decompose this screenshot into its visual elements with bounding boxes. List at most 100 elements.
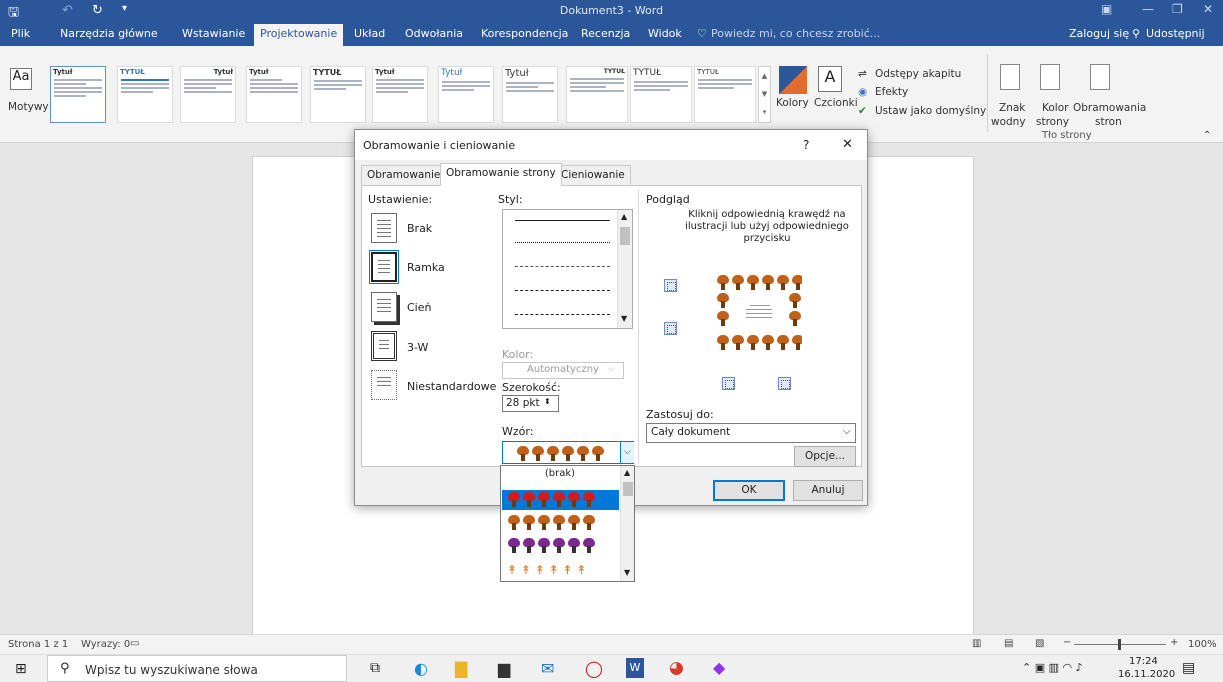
right-border-button[interactable] xyxy=(778,377,791,390)
tab-references[interactable]: Odwołania xyxy=(405,27,463,40)
zoom-in-icon[interactable]: + xyxy=(1170,637,1178,648)
style-thumb[interactable]: TYTUŁ xyxy=(694,66,756,123)
tab-view[interactable]: Widok xyxy=(648,27,682,40)
style-thumb[interactable]: Tytuł xyxy=(438,66,494,123)
scroll-down-icon[interactable]: ▼ xyxy=(624,568,630,577)
art-option[interactable] xyxy=(502,536,619,556)
setting-3d-icon[interactable] xyxy=(371,331,397,361)
tab-file[interactable]: Plik xyxy=(11,27,30,40)
style-thumb[interactable]: Tytuł xyxy=(502,66,558,123)
zoom-level[interactable]: 100% xyxy=(1188,639,1217,650)
set-default-button[interactable]: Ustaw jako domyślny xyxy=(875,105,986,117)
page-borders-label-2[interactable]: stron xyxy=(1095,116,1122,128)
clock-time[interactable]: 17:24 xyxy=(1129,656,1158,667)
style-thumb[interactable]: Tytuł xyxy=(50,66,106,123)
sign-in-link[interactable]: Zaloguj się xyxy=(1069,27,1129,40)
app-icon[interactable]: ◆ xyxy=(713,658,725,677)
tab-design[interactable]: Projektowanie xyxy=(254,24,344,46)
art-list-scrollbar[interactable]: ▲ ▼ xyxy=(620,466,634,581)
style-option[interactable] xyxy=(515,220,610,221)
setting-shadow-icon[interactable] xyxy=(371,292,397,322)
read-mode-icon[interactable]: ▥ xyxy=(972,638,981,649)
mail-icon[interactable]: ✉ xyxy=(541,659,554,678)
fonts-icon[interactable]: A xyxy=(818,66,842,92)
art-option[interactable]: ↟ ↟ ↟ ↟ ↟ ↟ xyxy=(502,561,619,581)
cancel-button[interactable]: Anuluj xyxy=(793,480,863,501)
left-border-button[interactable] xyxy=(722,377,735,390)
style-thumb[interactable]: Tytuł xyxy=(372,66,428,123)
style-gallery-scroll[interactable]: ▲ ▼ ▾ xyxy=(758,66,771,123)
themes-icon[interactable]: Aa xyxy=(10,68,32,90)
page-borders-label[interactable]: Obramowania xyxy=(1073,102,1146,114)
top-border-button[interactable] xyxy=(664,279,677,292)
tab-home[interactable]: Narzędzia główne xyxy=(60,27,158,40)
tray-icons[interactable]: ⌃ ▣ ▥ ◠ ♪ xyxy=(1022,661,1083,674)
effects-button[interactable]: Efekty xyxy=(875,86,908,98)
scroll-up-icon[interactable]: ▲ xyxy=(624,468,630,477)
setting-custom-icon[interactable] xyxy=(371,370,397,400)
colors-label[interactable]: Kolory xyxy=(776,97,809,109)
style-thumb[interactable]: TYTUŁ xyxy=(630,66,692,123)
tab-insert[interactable]: Wstawianie xyxy=(182,27,245,40)
notifications-icon[interactable]: ▤ xyxy=(1182,660,1195,676)
scroll-up-icon[interactable]: ▲ xyxy=(621,212,627,221)
style-scrollbar[interactable]: ▲ ▼ xyxy=(617,210,632,328)
chrome-icon[interactable]: ◕ xyxy=(669,658,684,678)
color-select[interactable]: Automatyczny xyxy=(502,362,624,379)
style-thumb[interactable]: TYTUŁ xyxy=(310,66,366,123)
close-icon[interactable]: ✕ xyxy=(842,137,853,152)
word-taskbar-icon[interactable]: W xyxy=(626,658,644,678)
zoom-out-icon[interactable]: − xyxy=(1063,637,1071,648)
colors-icon[interactable] xyxy=(779,66,807,94)
tab-page-border[interactable]: Obramowanie strony xyxy=(440,163,562,186)
art-dropdown-list[interactable]: (brak) ↟ ↟ ↟ ↟ ↟ ↟ ▲ ▼ xyxy=(500,465,635,582)
start-icon[interactable]: ⊞ xyxy=(15,661,27,677)
share-icon[interactable]: ⚲ xyxy=(1132,27,1140,40)
minimize-icon[interactable]: — xyxy=(1142,2,1154,16)
setting-box-icon[interactable] xyxy=(369,250,399,284)
taskbar-search[interactable]: ⚲ Wpisz tu wyszukiwane słowa xyxy=(47,655,347,682)
proofing-icon[interactable]: ▭ xyxy=(130,638,139,649)
bottom-border-button[interactable] xyxy=(664,322,677,335)
scroll-thumb[interactable] xyxy=(620,227,630,245)
effects-icon[interactable]: ◉ xyxy=(858,86,867,98)
task-view-icon[interactable]: ⧉ xyxy=(370,660,380,676)
setting-custom[interactable]: Niestandardowe xyxy=(407,380,496,393)
style-list[interactable]: ▲ ▼ xyxy=(502,209,633,329)
tab-shading[interactable]: Cieniowanie xyxy=(555,165,631,185)
tab-borders[interactable]: Obramowanie xyxy=(361,165,447,185)
clock-date[interactable]: 16.11.2020 xyxy=(1118,669,1175,680)
paragraph-spacing-icon[interactable]: ⇌ xyxy=(858,68,867,80)
scroll-thumb[interactable] xyxy=(623,482,633,496)
style-thumb[interactable]: Tytuł xyxy=(246,66,302,123)
style-thumb[interactable]: TYTUŁ xyxy=(117,66,173,123)
file-explorer-icon[interactable]: ▇ xyxy=(455,659,467,678)
options-button[interactable]: Opcje... xyxy=(794,446,856,467)
zoom-slider-thumb[interactable] xyxy=(1118,639,1121,650)
style-option[interactable] xyxy=(515,314,610,315)
art-dropdown-icon[interactable]: ⌵ xyxy=(620,442,634,463)
art-option-none[interactable]: (brak) xyxy=(501,466,619,483)
edge-icon[interactable]: ◐ xyxy=(414,659,428,678)
fonts-label[interactable]: Czcionki xyxy=(814,97,858,109)
page-borders-icon[interactable] xyxy=(1090,64,1110,90)
paragraph-spacing-button[interactable]: Odstępy akapitu xyxy=(875,68,961,80)
web-layout-icon[interactable]: ▧ xyxy=(1035,638,1044,649)
art-option[interactable] xyxy=(502,513,619,533)
ok-button[interactable]: OK xyxy=(713,480,785,501)
page-count[interactable]: Strona 1 z 1 xyxy=(8,639,68,650)
watermark-label[interactable]: Znak xyxy=(999,102,1025,114)
apply-to-select[interactable]: Cały dokument xyxy=(646,423,856,443)
tab-review[interactable]: Recenzja xyxy=(581,27,630,40)
art-select[interactable]: ⌵ xyxy=(502,441,634,464)
style-option[interactable] xyxy=(515,242,610,243)
watermark-icon[interactable] xyxy=(1000,64,1020,90)
share-button[interactable]: Udostępnij xyxy=(1146,27,1205,40)
border-preview[interactable] xyxy=(716,275,802,353)
scroll-down-icon[interactable]: ▼ xyxy=(621,314,627,323)
page-color-icon[interactable] xyxy=(1040,64,1060,90)
page-color-label[interactable]: Kolor xyxy=(1042,102,1068,114)
style-option[interactable] xyxy=(515,266,610,267)
word-count[interactable]: Wyrazy: 0 xyxy=(81,639,130,650)
width-stepper-icon[interactable]: ⬍ xyxy=(544,397,551,406)
